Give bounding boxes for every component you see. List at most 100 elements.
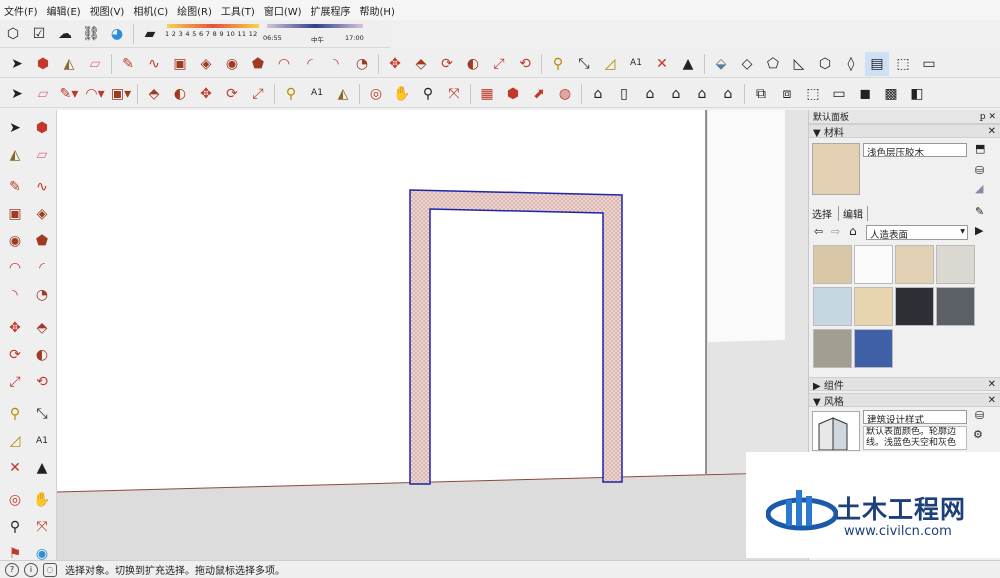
arc-3point-icon[interactable]: ◝ <box>324 52 348 76</box>
shaded-icon[interactable]: ◼ <box>853 82 877 106</box>
offset-icon-2[interactable]: ⟲ <box>30 370 54 394</box>
rectangle-dropdown-icon[interactable]: ▣▾ <box>109 82 133 106</box>
select-arrow-icon-2[interactable]: ➤ <box>5 82 29 106</box>
rotate-icon-3[interactable]: ⟳ <box>3 343 27 367</box>
info-icon[interactable]: i <box>24 562 38 577</box>
house-back-icon[interactable]: ⌂ <box>690 82 714 106</box>
swatch-6[interactable] <box>854 287 893 326</box>
rotate-icon[interactable]: ⟳ <box>435 52 459 76</box>
wireframe-icon[interactable]: ⬚ <box>891 52 915 76</box>
forward-arrow-icon[interactable]: ⇨ <box>831 225 840 238</box>
material-name-field[interactable]: 浅色层压胶木 <box>863 143 967 157</box>
dimension-icon[interactable]: ⤡ <box>572 52 596 76</box>
move-icon-3[interactable]: ✥ <box>3 316 27 340</box>
arc-2point-icon[interactable]: ◜ <box>298 52 322 76</box>
shadow-toggle-icon[interactable]: ▰ <box>138 22 162 46</box>
rotated-rectangle-icon-2[interactable]: ◈ <box>30 202 54 226</box>
sample-paint-icon[interactable]: ✎ <box>975 205 984 218</box>
cloud-upload-icon[interactable]: ☁ <box>53 22 77 46</box>
xray-style-icon[interactable]: ▤ <box>865 51 889 76</box>
3d-text-icon-2[interactable]: ▲ <box>30 456 54 480</box>
link-icon[interactable]: ⛓ <box>79 22 103 46</box>
pan-icon-2[interactable]: ✋ <box>30 488 54 512</box>
materials-close-icon[interactable]: ✕ <box>988 126 996 137</box>
back-edges-icon[interactable]: ⧈ <box>775 82 799 106</box>
scale-icon-2[interactable]: ⤢ <box>246 82 270 106</box>
zoom-extents-icon[interactable]: ⤧ <box>442 82 466 106</box>
create-material-icon[interactable]: ⛁ <box>975 164 984 177</box>
rotated-rectangle-icon[interactable]: ◈ <box>194 52 218 76</box>
swatch-1[interactable] <box>813 245 852 284</box>
materials-header[interactable]: ▼ 材料 ✕ <box>809 124 1000 139</box>
help-icon[interactable]: ? <box>5 562 19 577</box>
create-style-icon[interactable]: ⛁ <box>975 409 984 422</box>
axes-icon[interactable]: ✕ <box>650 52 674 76</box>
tab-select[interactable]: 选择 <box>812 206 838 221</box>
eraser-icon-2[interactable]: ▱ <box>31 82 55 106</box>
styles-close-icon[interactable]: ✕ <box>988 395 996 406</box>
right-view-icon[interactable]: ◺ <box>787 52 811 76</box>
move-icon[interactable]: ✥ <box>383 52 407 76</box>
swatch-4[interactable] <box>936 245 975 284</box>
front-view-icon[interactable]: ⬠ <box>761 52 785 76</box>
select-arrow-icon-3[interactable]: ➤ <box>3 116 27 140</box>
follow-me-icon-3[interactable]: ◐ <box>30 343 54 367</box>
share-model-icon[interactable]: ⬈ <box>527 82 551 106</box>
eraser-icon[interactable]: ▱ <box>83 52 107 76</box>
protractor-icon-2[interactable]: ◿ <box>3 429 27 453</box>
house-front-icon[interactable]: ⌂ <box>638 82 662 106</box>
swatch-2[interactable] <box>854 245 893 284</box>
rectangle-icon-2[interactable]: ▣ <box>3 202 27 226</box>
display-secondary-icon[interactable]: ⬒ <box>975 142 985 155</box>
style-name-field[interactable]: 建筑设计样式 <box>863 410 967 424</box>
3d-text-icon[interactable]: ▲ <box>676 52 700 76</box>
menu-help[interactable]: 帮助(H) <box>360 3 395 18</box>
pencil-icon-3[interactable]: ✎ <box>3 175 27 199</box>
update-style-icon[interactable]: ⚙ <box>973 428 983 441</box>
arc-3point-icon-2[interactable]: ◝ <box>3 283 27 307</box>
circle-icon-2[interactable]: ◉ <box>3 229 27 253</box>
push-pull-icon-3[interactable]: ⬘ <box>30 316 54 340</box>
check-icon[interactable]: ☑ <box>27 22 51 46</box>
text-icon-2[interactable]: A1 <box>305 82 329 106</box>
paint-bucket-icon-2[interactable]: ◭ <box>331 82 355 106</box>
menu-file[interactable]: 文件(F) <box>4 3 38 18</box>
home-icon[interactable]: ⌂ <box>849 224 857 238</box>
extension-warehouse-icon[interactable]: ⬢ <box>501 82 525 106</box>
offset-icon[interactable]: ⟲ <box>513 52 537 76</box>
protractor-icon[interactable]: ◿ <box>598 52 622 76</box>
pan-icon[interactable]: ✋ <box>390 82 414 106</box>
hidden-line-icon[interactable]: ▭ <box>917 52 941 76</box>
orbit-icon-2[interactable]: ◎ <box>3 488 27 512</box>
swatch-8[interactable] <box>936 287 975 326</box>
styles-header[interactable]: ▼ 风格 ✕ <box>809 393 1000 408</box>
dimension-icon-2[interactable]: ⤡ <box>30 402 54 426</box>
month-slider[interactable] <box>167 23 259 28</box>
paint-bucket-icon-3[interactable]: ◭ <box>3 143 27 167</box>
make-component-icon[interactable]: ⬢ <box>31 52 55 76</box>
menu-draw[interactable]: 绘图(R) <box>177 3 212 18</box>
back-arrow-icon[interactable]: ⇦ <box>814 225 823 238</box>
xray-icon[interactable]: ⧉ <box>749 82 773 106</box>
swatch-9[interactable] <box>813 329 852 368</box>
tray-close-icon[interactable]: ꝑ ✕ <box>980 112 996 122</box>
color-wheel-icon[interactable]: ◕ <box>105 22 129 46</box>
house-iso-icon[interactable]: ⌂ <box>586 82 610 106</box>
details-arrow-icon[interactable]: ▶ <box>975 224 983 237</box>
components-close-icon[interactable]: ✕ <box>988 379 996 390</box>
monochrome-icon[interactable]: ◧ <box>905 82 929 106</box>
back-view-icon[interactable]: ⬡ <box>813 52 837 76</box>
collection-select[interactable]: 人造表面 ▾ <box>866 225 968 240</box>
polygon-icon-2[interactable]: ⬟ <box>30 229 54 253</box>
default-material-icon[interactable]: ◢ <box>975 182 983 195</box>
tape-measure-icon-2[interactable]: ⚲ <box>279 82 303 106</box>
text-icon[interactable]: A1 <box>624 52 648 76</box>
swatch-3[interactable] <box>895 245 934 284</box>
shaded-textures-icon[interactable]: ▩ <box>879 82 903 106</box>
arc-icon-2[interactable]: ◠ <box>3 256 27 280</box>
warehouse-icon[interactable]: ▦ <box>475 82 499 106</box>
swatch-10[interactable] <box>854 329 893 368</box>
extension-manager-icon[interactable]: ◍ <box>553 82 577 106</box>
swatch-5[interactable] <box>813 287 852 326</box>
tab-edit[interactable]: 编辑 <box>838 206 868 221</box>
